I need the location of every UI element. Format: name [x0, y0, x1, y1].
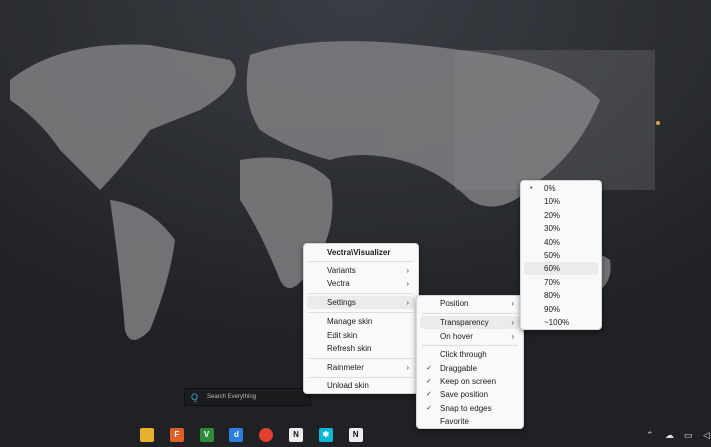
chevron-up-icon[interactable]: ⌃ — [646, 430, 654, 441]
menu-title: Vectra\Visualizer — [327, 248, 391, 257]
menu-item-click-through[interactable]: Click through — [420, 348, 520, 361]
transparency-option[interactable]: 60% — [524, 262, 598, 276]
transparency-option[interactable]: 30% — [524, 222, 598, 235]
transparency-option[interactable]: 10% — [524, 195, 598, 208]
menu-item-edit-skin[interactable]: Edit skin — [307, 329, 415, 342]
label: On hover — [440, 332, 473, 341]
transparency-option[interactable]: 70% — [524, 276, 598, 289]
label: 60% — [544, 264, 561, 274]
menu-item-settings[interactable]: Settings › — [307, 296, 415, 309]
skin-context-menu: Vectra\Visualizer Variants › Vectra › Sett… — [303, 243, 419, 394]
search-placeholder: Search Everything — [207, 394, 257, 400]
label: Keep on screen — [440, 377, 497, 386]
transparency-option[interactable]: 40% — [524, 236, 598, 249]
separator — [309, 261, 413, 262]
label: Settings — [327, 298, 356, 307]
label: 80% — [544, 291, 561, 301]
label: Vectra — [327, 279, 350, 288]
chevron-right-icon: › — [406, 266, 409, 275]
label: 50% — [544, 251, 561, 260]
menu-item-keep-on-screen[interactable]: ✓ Keep on screen — [420, 375, 520, 388]
separator — [422, 313, 518, 314]
label: Snap to edges — [440, 404, 492, 413]
notion-icon-2[interactable]: N — [348, 428, 363, 442]
label: Draggable — [440, 364, 477, 373]
menu-item-position[interactable]: Position › — [420, 297, 520, 310]
search-icon: Q — [191, 392, 199, 402]
label: 30% — [544, 224, 561, 234]
chevron-right-icon: › — [406, 363, 409, 372]
menu-item-refresh-skin[interactable]: Refresh skin — [307, 342, 415, 355]
vim-icon[interactable]: V — [199, 428, 214, 442]
menu-item-manage-skin[interactable]: Manage skin — [307, 315, 415, 328]
separator — [309, 358, 413, 359]
jd-icon[interactable]: d — [229, 428, 244, 442]
onedrive-icon[interactable]: ☁ — [665, 430, 674, 441]
menu-item-favorite[interactable]: Favorite — [420, 415, 520, 428]
menu-item-draggable[interactable]: ✓ Draggable — [420, 362, 520, 375]
selected-dot-icon: • — [530, 185, 533, 192]
notion-icon[interactable]: N — [289, 428, 303, 442]
menu-item-save-position[interactable]: ✓ Save position — [420, 388, 520, 401]
menu-item-rainmeter[interactable]: Rainmeter › — [307, 361, 415, 374]
file-explorer-icon[interactable] — [140, 428, 154, 442]
transparency-option[interactable]: 50% — [524, 249, 598, 262]
label: Position — [440, 299, 469, 308]
separator — [309, 377, 413, 378]
label: Variants — [327, 266, 356, 275]
transparency-option[interactable]: 20% — [524, 209, 598, 222]
check-icon: ✓ — [426, 365, 432, 372]
foxit-icon[interactable]: F — [169, 428, 184, 442]
menu-item-transparency[interactable]: Transparency › — [420, 316, 520, 329]
chevron-right-icon: › — [511, 332, 514, 341]
search-everything-input[interactable]: Q Search Everything — [184, 388, 311, 406]
transparency-option[interactable]: • 0% — [524, 182, 598, 195]
label: 20% — [544, 210, 561, 220]
check-icon: ✓ — [426, 405, 432, 412]
menu-item-variants[interactable]: Variants › — [307, 264, 415, 277]
chevron-right-icon: › — [406, 279, 409, 288]
chevron-right-icon: › — [406, 298, 409, 307]
label: ~100% — [544, 318, 570, 327]
menu-item-on-hover[interactable]: On hover › — [420, 330, 520, 343]
label: 70% — [544, 277, 561, 287]
transparency-option[interactable]: ~100% — [524, 316, 598, 329]
check-icon: ✓ — [426, 378, 432, 385]
label: Save position — [440, 390, 489, 399]
label: 0% — [544, 184, 556, 193]
label: 10% — [544, 197, 561, 207]
chevron-right-icon: › — [511, 318, 514, 327]
menu-item-vectra[interactable]: Vectra › — [307, 277, 415, 290]
menu-item-unload-skin[interactable]: Unload skin — [307, 379, 415, 392]
menu-item-snap-to-edges[interactable]: ✓ Snap to edges — [420, 402, 520, 415]
label: Transparency — [440, 318, 489, 327]
separator — [309, 312, 413, 313]
network-icon[interactable]: ▭ — [684, 430, 693, 441]
transparency-submenu: • 0% 10% 20% 30% 40% 50% 60% 70% 80% 90% ~100% — [520, 180, 602, 330]
volume-icon[interactable]: ◁ — [703, 430, 710, 441]
separator — [422, 345, 518, 346]
check-icon: ✓ — [426, 391, 432, 398]
settings-submenu: Position › Transparency › On hover › Click … — [416, 295, 524, 429]
chevron-right-icon: › — [511, 299, 514, 308]
transparency-option[interactable]: 90% — [524, 303, 598, 316]
rainmeter-icon[interactable]: ✱ — [318, 428, 333, 442]
transparency-option[interactable]: 80% — [524, 289, 598, 302]
label: 40% — [544, 237, 561, 247]
separator — [309, 293, 413, 294]
label: Rainmeter — [327, 363, 364, 372]
label: 90% — [544, 304, 561, 314]
